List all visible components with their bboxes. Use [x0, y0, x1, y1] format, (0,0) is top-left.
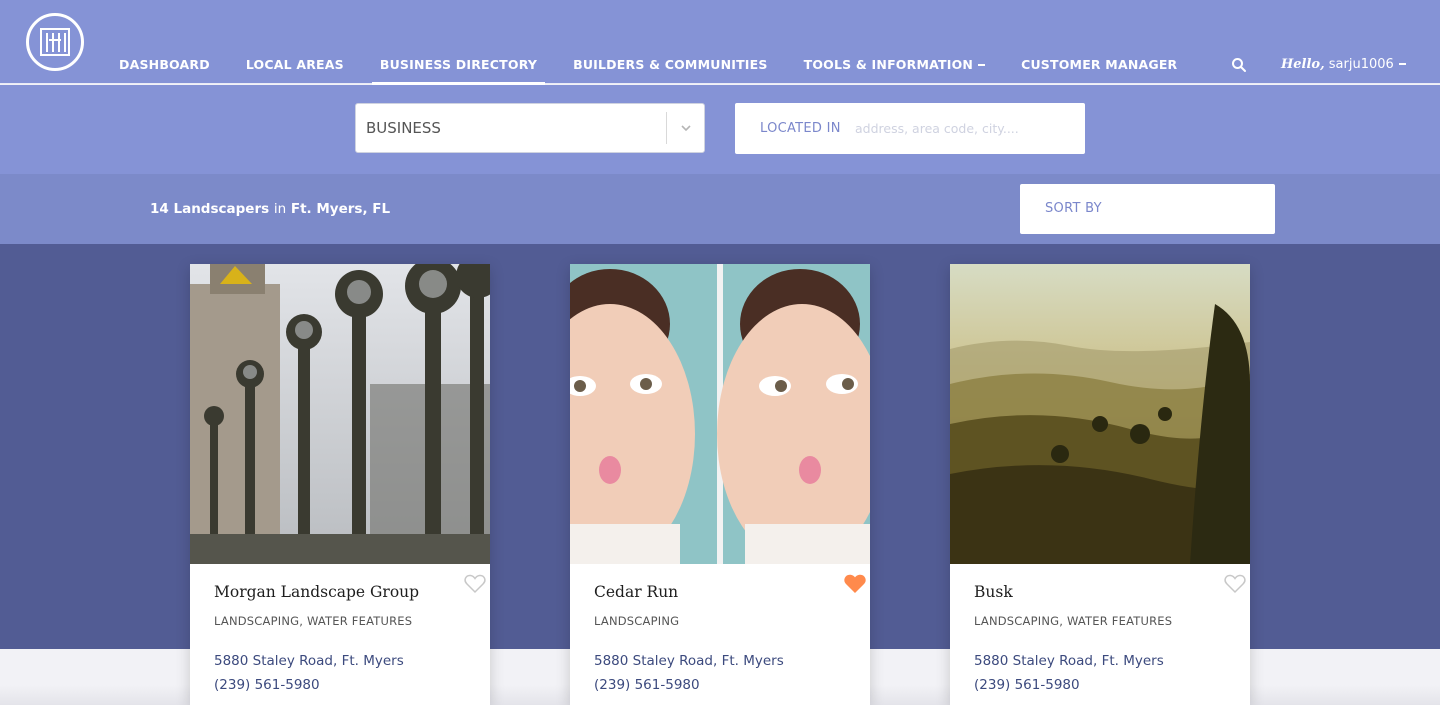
listing-name[interactable]: Cedar Run [594, 583, 678, 601]
listing-name[interactable]: Morgan Landscape Group [214, 583, 419, 601]
results-summary: 14 Landscapers in Ft. Myers, FL [150, 174, 390, 244]
sort-by-select[interactable]: SORT BY [1020, 184, 1275, 234]
listing-phone[interactable]: (239) 561-5980 [594, 677, 700, 693]
select-divider [666, 112, 667, 144]
listing-card[interactable]: Busk LANDSCAPING, WATER FEATURES 5880 St… [950, 264, 1250, 705]
chevron-down-icon[interactable] [679, 121, 693, 135]
nav-builders-communities[interactable]: BUILDERS & COMMUNITIES [555, 50, 786, 84]
listing-name[interactable]: Busk [974, 583, 1013, 601]
nav-tools-label: TOOLS & INFORMATION [803, 57, 974, 72]
listing-photo [950, 264, 1250, 564]
results-bar: 14 Landscapers in Ft. Myers, FL SORT BY [0, 174, 1440, 244]
heart-icon[interactable] [844, 574, 866, 594]
caret-down-icon [978, 63, 986, 66]
listing-categories: LANDSCAPING [594, 614, 680, 628]
username: sarju1006 [1328, 57, 1394, 72]
listing-phone[interactable]: (239) 561-5980 [974, 677, 1080, 693]
nav-tools-information[interactable]: TOOLS & INFORMATION [786, 50, 1003, 84]
nav-local-areas[interactable]: LOCAL AREAS [228, 50, 362, 84]
listing-address: 5880 Staley Road, Ft. Myers [974, 653, 1164, 669]
listing-card[interactable]: Morgan Landscape Group LANDSCAPING, WATE… [190, 264, 490, 705]
search-bar: BUSINESS LOCATED IN [0, 85, 1440, 174]
listing-address: 5880 Staley Road, Ft. Myers [594, 653, 784, 669]
search-icon[interactable] [1231, 57, 1247, 73]
nav-customer-manager[interactable]: CUSTOMER MANAGER [1003, 50, 1195, 84]
user-menu[interactable]: Hello, sarju1006 [1281, 50, 1406, 80]
main-nav: DASHBOARD LOCAL AREAS BUSINESS DIRECTORY… [101, 50, 1195, 85]
results-location: Ft. Myers, FL [290, 201, 391, 217]
category-select-value: BUSINESS [366, 119, 441, 137]
listing-phone[interactable]: (239) 561-5980 [214, 677, 320, 693]
location-label: LOCATED IN [760, 121, 841, 136]
listing-photo [190, 264, 490, 564]
results-in: in [273, 201, 287, 217]
location-input[interactable] [855, 103, 1075, 154]
listing-categories: LANDSCAPING, WATER FEATURES [974, 614, 1173, 628]
greeting: Hello, [1281, 57, 1325, 72]
listing-address: 5880 Staley Road, Ft. Myers [214, 653, 404, 669]
listing-photo [570, 264, 870, 564]
caret-down-icon [1398, 62, 1406, 65]
building-logo-icon[interactable] [26, 13, 84, 71]
results-count: 14 Landscapers [150, 201, 270, 217]
location-field[interactable]: LOCATED IN [735, 103, 1085, 154]
sort-by-label: SORT BY [1045, 201, 1102, 216]
listing-categories: LANDSCAPING, WATER FEATURES [214, 614, 413, 628]
listing-card[interactable]: Cedar Run LANDSCAPING 5880 Staley Road, … [570, 264, 870, 705]
nav-dashboard[interactable]: DASHBOARD [101, 50, 228, 84]
nav-business-directory[interactable]: BUSINESS DIRECTORY [362, 50, 555, 85]
top-header: DASHBOARD LOCAL AREAS BUSINESS DIRECTORY… [0, 0, 1440, 85]
category-select[interactable]: BUSINESS [355, 103, 705, 153]
heart-icon[interactable] [464, 574, 486, 594]
heart-icon[interactable] [1224, 574, 1246, 594]
